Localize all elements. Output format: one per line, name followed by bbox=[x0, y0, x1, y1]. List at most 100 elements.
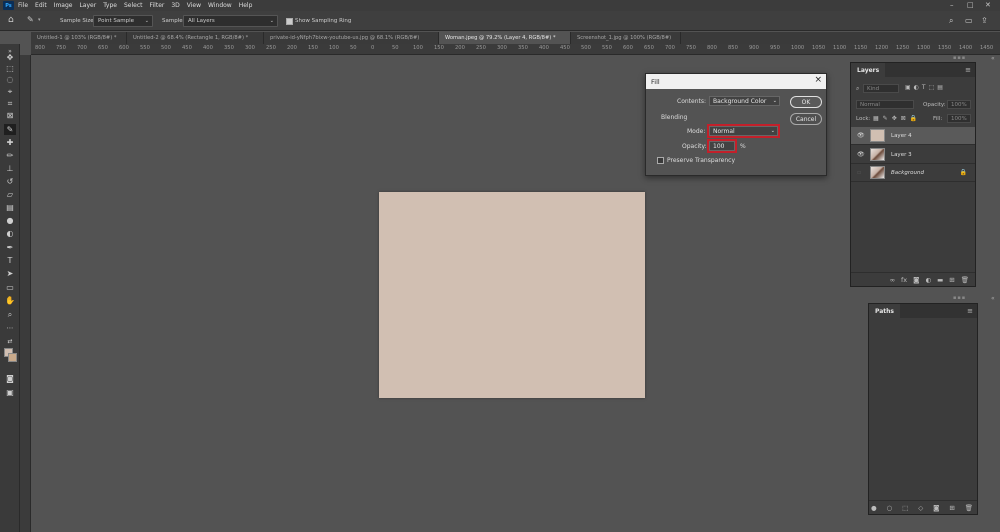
ruler-tick-label: 500 bbox=[161, 45, 171, 51]
tools-panel: » ✥ ⬚ ◌ ⌖ ⌗ ⊠ ✎ ✚ ✏ ⊥ ↺ ▱ ▤ ● ◐ ✒ T ➤ ▭ … bbox=[0, 44, 20, 532]
layer-opacity-input[interactable]: 100% bbox=[947, 100, 971, 109]
menu-edit[interactable]: Edit bbox=[35, 2, 47, 9]
fill-path-icon[interactable]: ● bbox=[871, 504, 877, 512]
tab-layers[interactable]: Layers bbox=[851, 63, 886, 77]
dock-grip-icon[interactable]: ▪▪▪ bbox=[953, 55, 966, 61]
panel-menu-icon[interactable]: ≡ bbox=[967, 307, 973, 315]
new-layer-icon[interactable]: ⊞ bbox=[949, 276, 954, 284]
panel-menu-icon[interactable]: ≡ bbox=[965, 66, 971, 74]
layer-row-layer-3[interactable]: 👁 Layer 3 bbox=[851, 146, 975, 164]
menu-view[interactable]: View bbox=[187, 2, 201, 9]
quick-select-tool-icon[interactable]: ⌖ bbox=[4, 86, 16, 97]
tab-woman-jpeg[interactable]: Woman.jpeg @ 79.2% (Layer 4, RGB/8#) * bbox=[439, 32, 571, 44]
sample-select[interactable]: All Layers ⌄ bbox=[183, 15, 278, 27]
ruler-tick-label: 300 bbox=[245, 45, 255, 51]
document-canvas[interactable] bbox=[379, 192, 645, 398]
history-brush-tool-icon[interactable]: ↺ bbox=[4, 176, 16, 187]
eraser-tool-icon[interactable]: ▱ bbox=[4, 189, 16, 200]
opacity-input[interactable]: 100 bbox=[707, 139, 737, 153]
mask-icon[interactable]: ◙ bbox=[913, 276, 919, 284]
path-select-tool-icon[interactable]: ➤ bbox=[4, 268, 16, 279]
selection-icon[interactable]: ⬚ bbox=[902, 504, 908, 512]
lasso-tool-icon[interactable]: ◌ bbox=[4, 74, 16, 85]
rectangle-tool-icon[interactable]: ▭ bbox=[4, 282, 16, 293]
cancel-button[interactable]: Cancel bbox=[790, 113, 822, 125]
quick-mask-icon[interactable]: ◙ bbox=[4, 373, 16, 384]
background-color-swatch[interactable] bbox=[8, 353, 17, 362]
share-icon[interactable]: ⇪ bbox=[981, 16, 988, 25]
screen-mode-icon[interactable]: ▣ bbox=[4, 387, 16, 398]
marquee-tool-icon[interactable]: ⬚ bbox=[4, 63, 16, 74]
stroke-path-icon[interactable]: ○ bbox=[887, 504, 893, 512]
new-path-icon[interactable]: ⊞ bbox=[949, 504, 954, 512]
tab-untitled-2[interactable]: Untitled-2 @ 68.4% (Rectangle 1, RGB/8#)… bbox=[127, 32, 264, 44]
dodge-tool-icon[interactable]: ◐ bbox=[4, 228, 16, 239]
layer-row-background[interactable]: ▫ Background 🔒 bbox=[851, 164, 975, 182]
search-icon[interactable]: ⌕ bbox=[949, 16, 953, 26]
pen-tool-icon[interactable]: ✒ bbox=[4, 242, 16, 253]
menu-filter[interactable]: Filter bbox=[150, 2, 165, 9]
tab-untitled-1[interactable]: Untitled-1 @ 103% (RGB/8#) * bbox=[31, 32, 127, 44]
menu-window[interactable]: Window bbox=[208, 2, 232, 9]
dock-collapse-icon[interactable]: « bbox=[991, 295, 995, 302]
type-tool-icon[interactable]: T bbox=[4, 255, 16, 266]
dock-grip-icon[interactable]: ▪▪▪ bbox=[953, 295, 966, 301]
tab-paths[interactable]: Paths bbox=[869, 304, 900, 318]
frame-tool-icon[interactable]: ⊠ bbox=[4, 110, 16, 121]
ok-button[interactable]: OK bbox=[790, 96, 822, 108]
trash-icon[interactable]: 🗑 bbox=[965, 504, 973, 512]
brush-tool-icon[interactable]: ✏ bbox=[4, 150, 16, 161]
tool-preset-chevron-icon[interactable]: ▾ bbox=[38, 17, 41, 23]
fx-icon[interactable]: fx bbox=[901, 276, 907, 284]
layer-fill-input[interactable]: 100% bbox=[947, 114, 971, 123]
minimize-button[interactable]: – bbox=[950, 1, 954, 9]
clone-stamp-tool-icon[interactable]: ⊥ bbox=[4, 163, 16, 174]
menu-select[interactable]: Select bbox=[124, 2, 143, 9]
more-tools-icon[interactable]: ⋯ bbox=[4, 323, 16, 334]
blur-tool-icon[interactable]: ● bbox=[4, 215, 16, 226]
menu-help[interactable]: Help bbox=[239, 2, 253, 9]
swap-colors-icon[interactable]: ⇄ bbox=[4, 336, 16, 347]
eye-icon[interactable]: 👁 bbox=[857, 151, 865, 158]
mask-icon[interactable]: ◙ bbox=[933, 504, 939, 512]
healing-brush-tool-icon[interactable]: ✚ bbox=[4, 137, 16, 148]
crop-tool-icon[interactable]: ⌗ bbox=[4, 98, 16, 109]
work-path-icon[interactable]: ◇ bbox=[918, 504, 923, 512]
hand-tool-icon[interactable]: ✋ bbox=[4, 295, 16, 306]
zoom-tool-icon[interactable]: ⌕ bbox=[4, 309, 16, 320]
workspace-icon[interactable]: ▭ bbox=[965, 16, 973, 25]
menu-file[interactable]: File bbox=[18, 2, 28, 9]
dock-collapse-icon[interactable]: « bbox=[991, 55, 995, 62]
eyedropper-tool-icon[interactable]: ✎ bbox=[4, 124, 16, 135]
adjustment-icon[interactable]: ◐ bbox=[925, 276, 931, 284]
eyedropper-tool-icon[interactable]: ✎ bbox=[27, 15, 34, 24]
move-tool-icon[interactable]: ✥ bbox=[4, 52, 16, 63]
close-icon[interactable]: × bbox=[814, 75, 822, 85]
menu-3d[interactable]: 3D bbox=[171, 2, 179, 9]
blend-mode-select[interactable]: Normal bbox=[856, 100, 914, 109]
close-window-button[interactable]: ✕ bbox=[985, 1, 991, 9]
preserve-transparency-checkbox[interactable] bbox=[657, 157, 664, 164]
gradient-tool-icon[interactable]: ▤ bbox=[4, 202, 16, 213]
layer-filter-kind-select[interactable]: Kind bbox=[863, 84, 899, 93]
menu-layer[interactable]: Layer bbox=[79, 2, 96, 9]
sampling-ring-checkbox[interactable] bbox=[286, 18, 293, 25]
contents-select[interactable]: Background Color ⌄ bbox=[709, 96, 780, 106]
layer-row-layer-4[interactable]: 👁 Layer 4 bbox=[851, 127, 975, 145]
tab-screenshot-1[interactable]: Screenshot_1.jpg @ 100% (RGB/8#) bbox=[571, 32, 681, 44]
layer-filter-icons[interactable]: ▣◐T⬚▤ bbox=[905, 84, 946, 91]
lock-icons[interactable]: ▦✎✥⊠🔒 bbox=[873, 115, 921, 122]
menu-image[interactable]: Image bbox=[54, 2, 73, 9]
fill-dialog-titlebar[interactable]: Fill × bbox=[646, 74, 826, 89]
eye-hidden-icon[interactable]: ▫ bbox=[857, 169, 861, 176]
link-icon[interactable]: ∞ bbox=[890, 276, 895, 284]
menu-type[interactable]: Type bbox=[103, 2, 117, 9]
folder-icon[interactable]: ▬ bbox=[937, 276, 943, 284]
sample-size-select[interactable]: Point Sample ⌄ bbox=[93, 15, 153, 27]
eye-icon[interactable]: 👁 bbox=[857, 132, 865, 139]
mode-select[interactable]: Normal ⌄ bbox=[707, 124, 780, 138]
trash-icon[interactable]: 🗑 bbox=[961, 276, 969, 284]
maximize-button[interactable]: □ bbox=[967, 1, 974, 9]
tab-private-id[interactable]: private-id-yNfph7bixw-youtube-us.jpg @ 6… bbox=[264, 32, 439, 44]
home-icon[interactable]: ⌂ bbox=[8, 15, 14, 25]
